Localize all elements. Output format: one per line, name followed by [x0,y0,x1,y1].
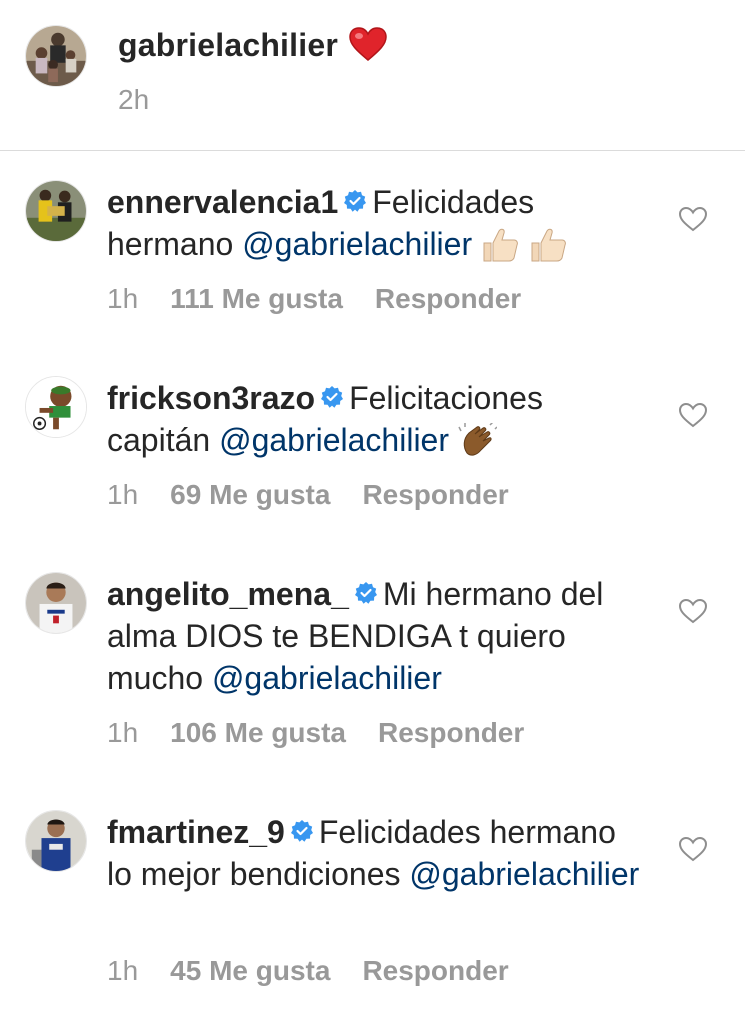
reply-button[interactable]: Responder [362,479,508,510]
mention-link[interactable]: @gabrielachilier [242,226,472,262]
like-heart-icon[interactable] [678,836,708,862]
comment-text: angelito_mena_ Mi hermano del alma DIOS t… [107,572,647,699]
comment-username[interactable]: frickson3razo [107,380,315,416]
caption-text: gabrielachilier [118,26,388,64]
like-heart-icon[interactable] [678,206,708,232]
likes-count[interactable]: 45 Me gusta [170,955,330,986]
avatar[interactable] [25,376,87,438]
likes-count[interactable]: 111 Me gusta [170,283,343,314]
mention-link[interactable]: @gabrielachilier [219,422,449,458]
comment-meta: 1h 69 Me gusta Responder [107,479,541,511]
caption-time: 2h [118,84,150,115]
likes-count[interactable]: 106 Me gusta [170,717,346,748]
comment-text: fmartinez_9 Felicidades hermano lo mejor … [107,810,647,895]
avatar[interactable] [25,25,87,87]
comment-username[interactable]: fmartinez_9 [107,814,285,850]
verified-badge-icon [290,810,313,842]
avatar[interactable] [25,810,87,872]
caption-header: gabrielachilier 2h [0,0,745,150]
reply-button[interactable]: Responder [362,955,508,986]
divider [0,150,745,151]
avatar[interactable] [25,180,87,242]
like-heart-icon[interactable] [678,598,708,624]
caption-username[interactable]: gabrielachilier [118,27,338,63]
mention-link[interactable]: @gabrielachilier [212,660,442,696]
comment-text: frickson3razo Felicitaciones capitán @gab… [107,376,647,461]
verified-badge-icon [321,376,344,408]
verified-badge-icon [354,572,377,604]
verified-badge-icon [344,180,367,212]
red-heart-icon [348,26,388,62]
clapping-hands-icon [457,421,498,459]
comment-meta: 1h 45 Me gusta Responder [107,955,541,987]
comment-time: 1h [107,479,139,510]
likes-count[interactable]: 69 Me gusta [170,479,330,510]
reply-button[interactable]: Responder [375,283,521,314]
comment-username[interactable]: angelito_mena_ [107,576,349,612]
mention-link[interactable]: @gabrielachilier [409,856,639,892]
reply-button[interactable]: Responder [378,717,524,748]
like-heart-icon[interactable] [678,402,708,428]
comment-time: 1h [107,717,139,748]
thumbs-up-icon [528,227,568,263]
comment-meta: 1h 111 Me gusta Responder [107,283,553,315]
comment-time: 1h [107,955,139,986]
thumbs-up-icon [480,227,520,263]
avatar[interactable] [25,572,87,634]
comment-username[interactable]: ennervalencia1 [107,184,338,220]
comment-text: ennervalencia1 Felicidades hermano @gabri… [107,180,647,265]
comment-time: 1h [107,283,139,314]
comment-meta: 1h 106 Me gusta Responder [107,717,556,749]
